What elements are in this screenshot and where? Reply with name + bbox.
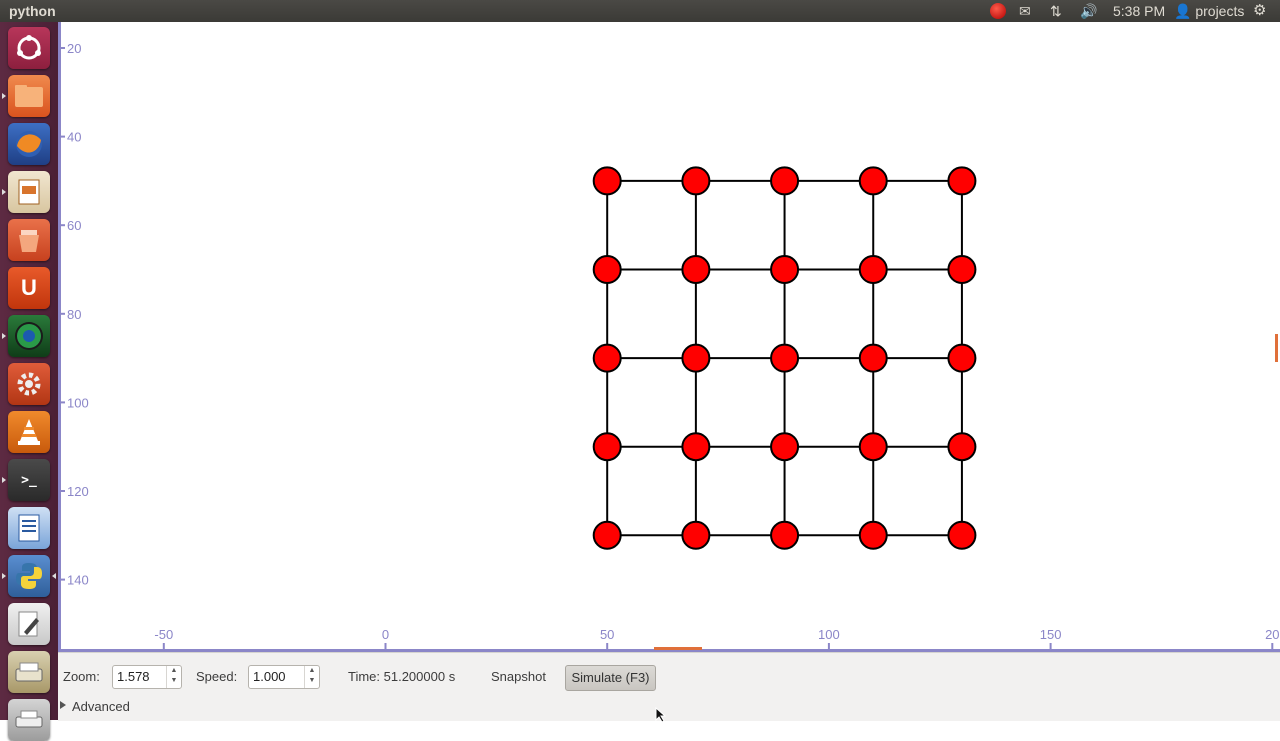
node-circle xyxy=(770,520,800,550)
speed-value: 1.000 xyxy=(253,669,286,684)
x-tick-label: 20 xyxy=(1265,627,1279,642)
files-icon[interactable] xyxy=(8,75,50,117)
node-circle xyxy=(770,166,800,196)
node-circle xyxy=(858,255,888,284)
node-circle xyxy=(947,520,977,550)
zoom-label: Zoom: xyxy=(63,669,100,684)
volume-icon[interactable]: 🔊 xyxy=(1080,0,1097,22)
y-tick-label: 80 xyxy=(67,307,81,322)
time-readout: Time: 51.200000 s xyxy=(348,669,456,684)
node-circle xyxy=(858,520,888,550)
mail-icon[interactable]: ✉ xyxy=(1019,0,1031,22)
top-panel: python ✉ ⇅ 🔊 5:38 PM 👤 projects ⚙ xyxy=(0,0,1280,22)
x-tick-label: 100 xyxy=(818,627,840,642)
user-icon: 👤 xyxy=(1174,3,1192,19)
expander-arrow-icon[interactable] xyxy=(60,701,66,709)
launcher-active-pip xyxy=(52,573,56,579)
writer-icon[interactable] xyxy=(8,507,50,549)
node-circle xyxy=(770,343,800,373)
advanced-expander[interactable]: Advanced xyxy=(72,699,130,714)
launcher-pip xyxy=(2,477,6,483)
y-tick-label: 120 xyxy=(67,484,89,499)
node-circle xyxy=(592,255,622,284)
snapshot-button[interactable]: Snapshot xyxy=(491,669,546,684)
node-circle xyxy=(592,432,622,462)
y-tick-label: 100 xyxy=(67,395,89,410)
user-name: projects xyxy=(1195,3,1245,19)
zoom-stepper[interactable]: ▲ ▼ xyxy=(166,666,181,688)
vertical-scroll-marker xyxy=(1275,334,1278,362)
speed-spinbox[interactable]: 1.000 ▲ ▼ xyxy=(248,665,320,689)
network-plot[interactable]: 20 40 60 80 100 120 140 -50 0 50 100 150 20 xyxy=(58,22,1280,652)
software-center-icon[interactable] xyxy=(8,219,50,261)
x-tick-label: -50 xyxy=(154,627,173,642)
launcher: U >_ xyxy=(0,22,58,741)
terminal-icon[interactable]: >_ xyxy=(8,459,50,501)
dash-home-icon[interactable] xyxy=(8,27,50,69)
clock[interactable]: 5:38 PM xyxy=(1113,0,1165,22)
record-icon[interactable] xyxy=(990,3,1006,19)
x-tick-label: 0 xyxy=(382,627,389,642)
horizontal-scroll-marker xyxy=(654,647,702,650)
node-circle xyxy=(681,166,711,196)
system-monitor-icon[interactable] xyxy=(8,315,50,357)
launcher-pip xyxy=(2,189,6,195)
y-tick-label: 60 xyxy=(67,218,81,233)
x-tick-label: 50 xyxy=(600,627,614,642)
text-editor-icon[interactable] xyxy=(8,603,50,645)
node-circle xyxy=(947,343,977,373)
launcher-pip xyxy=(2,93,6,99)
python-icon[interactable] xyxy=(8,555,50,597)
zoom-spinbox[interactable]: 1.578 ▲ ▼ xyxy=(112,665,182,689)
node-circle xyxy=(681,255,711,284)
simulate-button[interactable]: Simulate (F3) xyxy=(565,665,656,691)
node-circle xyxy=(858,432,888,462)
settings-gear-icon[interactable]: ⚙ xyxy=(1253,0,1266,22)
y-tick-label: 20 xyxy=(67,41,81,56)
speed-label: Speed: xyxy=(196,669,238,684)
node-circle xyxy=(592,520,622,550)
simulation-canvas[interactable]: 20 40 60 80 100 120 140 -50 0 50 100 150 20 xyxy=(58,22,1280,652)
launcher-pip xyxy=(2,573,6,579)
impress-icon[interactable] xyxy=(8,171,50,213)
mouse-cursor-icon xyxy=(655,707,667,723)
zoom-value: 1.578 xyxy=(117,669,150,684)
node-circle xyxy=(681,343,711,373)
vlc-icon[interactable] xyxy=(8,411,50,453)
simulation-controls: Zoom: 1.578 ▲ ▼ Speed: 1.000 ▲ ▼ Time: 51.… xyxy=(58,652,1280,721)
node-circle xyxy=(858,166,888,196)
scanner-icon[interactable] xyxy=(8,651,50,693)
node-circle xyxy=(681,520,711,550)
y-tick-label: 40 xyxy=(67,130,81,145)
launcher-pip xyxy=(2,333,6,339)
node-circle xyxy=(592,166,622,196)
node-circle xyxy=(947,255,977,284)
node-circle xyxy=(770,432,800,462)
speed-stepper[interactable]: ▲ ▼ xyxy=(304,666,319,688)
node-circle xyxy=(947,432,977,462)
ubuntu-one-icon[interactable]: U xyxy=(8,267,50,309)
app-title: python xyxy=(9,3,56,19)
network-icon[interactable]: ⇅ xyxy=(1050,0,1062,22)
printer-icon[interactable] xyxy=(8,699,50,741)
node-circle xyxy=(947,166,977,196)
x-tick-label: 150 xyxy=(1040,627,1062,642)
user-menu[interactable]: 👤 projects xyxy=(1174,0,1244,22)
node-circle xyxy=(592,343,622,373)
node-circle xyxy=(681,432,711,462)
y-tick-label: 140 xyxy=(67,573,89,588)
system-settings-icon[interactable] xyxy=(8,363,50,405)
node-circle xyxy=(770,255,800,284)
node-circle xyxy=(858,343,888,373)
firefox-icon[interactable] xyxy=(8,123,50,165)
